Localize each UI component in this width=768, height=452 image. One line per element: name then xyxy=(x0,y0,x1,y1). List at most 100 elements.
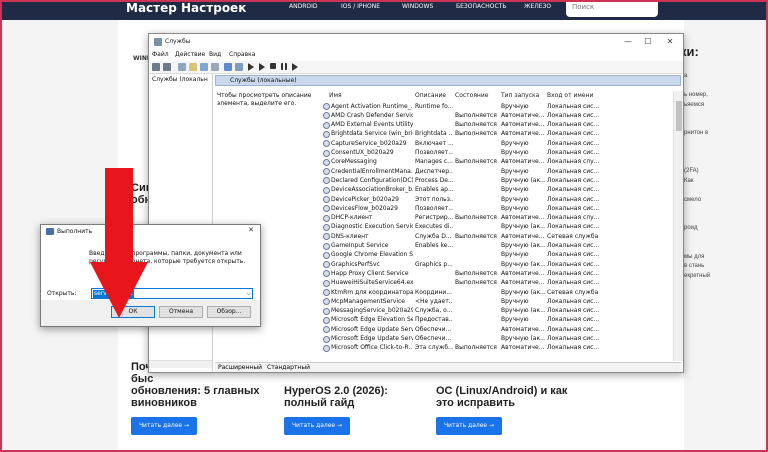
service-row[interactable]: Happ Proxy Client Service Выполняется Авто… xyxy=(321,269,677,278)
pause-icon[interactable] xyxy=(281,63,287,70)
service-row[interactable]: Brightdata Service (win_brig... Brightdat… xyxy=(321,130,677,139)
sidebar-link[interactable]: ьяемся xyxy=(684,101,710,111)
start-resume-icon[interactable] xyxy=(259,63,265,71)
service-row[interactable]: GameInput Service Enables ke... Вручную (а… xyxy=(321,242,677,251)
open-input-value[interactable]: services.msc xyxy=(93,290,134,298)
sidebar-link[interactable]: роид xyxy=(684,224,710,234)
cancel-button[interactable]: Отмена xyxy=(159,306,203,318)
service-row[interactable]: DNS-клиент Служба D... Выполняется Автомати… xyxy=(321,232,677,241)
column-header-description[interactable]: Описание xyxy=(415,92,446,99)
start-icon[interactable] xyxy=(248,63,254,71)
service-row[interactable]: CoreMessaging Manages c... Выполняется Авто… xyxy=(321,158,677,167)
services-scrollbar[interactable] xyxy=(673,91,683,361)
sidebar-link[interactable] xyxy=(684,234,710,244)
sidebar-link[interactable] xyxy=(684,148,710,158)
service-row[interactable]: Microsoft Edge Update Serv... Обеспечи...… xyxy=(321,325,677,334)
service-row[interactable]: Declared Configuration(DC)... Process De.… xyxy=(321,176,677,185)
sidebar-link[interactable] xyxy=(684,186,710,196)
read-more-button[interactable]: Читать далее → xyxy=(436,417,502,435)
chevron-down-icon[interactable]: ⌵ xyxy=(246,290,251,298)
tab-extended[interactable]: Расширенный xyxy=(218,364,262,371)
service-row[interactable]: Microsoft Office Click-to-R... Эта служб.… xyxy=(321,344,677,353)
read-more-button[interactable]: Читать далее → xyxy=(284,417,350,435)
tab-standard[interactable]: Стандартный xyxy=(267,364,310,371)
refresh-icon[interactable] xyxy=(200,63,208,71)
close-icon[interactable]: ✕ xyxy=(244,226,258,237)
details-icon[interactable] xyxy=(189,63,197,71)
service-row[interactable]: AMD Crash Defender Service Выполняется Авт… xyxy=(321,111,677,120)
sidebar-link[interactable]: (2FA) xyxy=(684,167,710,177)
site-logo[interactable]: Мастер Настроек xyxy=(126,0,246,17)
sidebar-link[interactable] xyxy=(684,110,710,120)
read-more-button[interactable]: Читать далее → xyxy=(131,417,197,435)
scrollbar-thumb[interactable] xyxy=(676,101,682,131)
run-titlebar[interactable]: Выполнить ✕ xyxy=(41,225,260,238)
nav-hardware[interactable]: ЖЕЛЕЗО xyxy=(524,0,551,14)
ok-button[interactable]: ОК xyxy=(111,306,155,318)
nav-windows[interactable]: WINDOWS xyxy=(402,0,433,14)
service-row[interactable]: KtmRm для координатора ... Координи... Вру… xyxy=(321,288,677,297)
service-row[interactable]: McpManagementService <Не удает... Вручную Л… xyxy=(321,297,677,306)
column-header-logon-as[interactable]: Вход от имени xyxy=(547,92,593,99)
browse-button[interactable]: Обзор... xyxy=(207,306,251,318)
service-row[interactable]: DevicesFlow_b020a29 Позволяет... Вручную Ло… xyxy=(321,204,677,213)
sidebar-link[interactable] xyxy=(684,82,710,92)
sidebar-link[interactable] xyxy=(684,243,710,253)
services-titlebar[interactable]: Службы — ☐ ✕ xyxy=(149,34,683,50)
service-row[interactable]: DeviceAssociationBroker_b... Enables ap..… xyxy=(321,186,677,195)
service-row[interactable]: CredentialEnrollmentMana... Диспетчер... В… xyxy=(321,167,677,176)
sidebar-link[interactable]: в стань xyxy=(684,262,710,272)
service-row[interactable]: Agent Activation Runtime_... Runtime fo..… xyxy=(321,102,677,111)
column-header-name[interactable]: Имя xyxy=(329,92,342,99)
service-row[interactable]: Microsoft Edge Elevation Se... Предостав.… xyxy=(321,316,677,325)
service-row[interactable]: GraphicsPerfSvc Graphics p... Вручную (ак.… xyxy=(321,260,677,269)
sidebar-link[interactable]: рнитон в xyxy=(684,129,710,139)
console-tree-icon[interactable] xyxy=(178,63,186,71)
close-icon[interactable]: ✕ xyxy=(661,36,679,48)
tree-scrollbar[interactable] xyxy=(149,360,212,368)
maximize-icon[interactable]: ☐ xyxy=(639,36,657,48)
sidebar-link[interactable] xyxy=(684,205,710,215)
menu-file[interactable]: Файл xyxy=(152,51,169,58)
minimize-icon[interactable]: — xyxy=(619,36,637,48)
sidebar-link[interactable] xyxy=(684,158,710,168)
sidebar-link[interactable]: Как xyxy=(684,177,710,187)
menu-view[interactable]: Вид xyxy=(209,51,221,58)
open-input[interactable]: services.msc ⌵ xyxy=(91,288,253,299)
service-row[interactable]: HuaweiHiSuiteService64.exe Выполняется Авт… xyxy=(321,279,677,288)
nav-security[interactable]: БЕЗОПАСНОСТЬ xyxy=(456,0,507,14)
service-row[interactable]: AMD External Events Utility Выполняется Ав… xyxy=(321,121,677,130)
service-row[interactable]: DHCP-клиент Регистрир... Выполняется Автома… xyxy=(321,214,677,223)
sidebar-link[interactable]: смело xyxy=(684,196,710,206)
sidebar-link[interactable]: а xyxy=(684,72,710,82)
service-row[interactable]: CaptureService_b020a29 Включает ... Вручну… xyxy=(321,139,677,148)
stop-icon[interactable] xyxy=(270,63,276,69)
card-title-line[interactable]: виновников xyxy=(131,397,197,410)
menu-help[interactable]: Справка xyxy=(229,51,255,58)
sidebar-link[interactable]: ь номер, xyxy=(684,91,710,101)
column-header-status[interactable]: Состояние xyxy=(455,92,488,99)
forward-icon[interactable] xyxy=(163,63,171,71)
service-row[interactable]: Diagnostic Execution Service Executes di.… xyxy=(321,223,677,232)
column-header-startup-type[interactable]: Тип запуска xyxy=(501,92,539,99)
menu-action[interactable]: Действие xyxy=(175,51,205,58)
service-row[interactable]: ConsentUX_b020a29 Позволяет... Вручную Лока… xyxy=(321,149,677,158)
search-input[interactable]: Поиск xyxy=(566,0,658,17)
service-row[interactable]: MessagingService_b020a29 Служба, о... Вруч… xyxy=(321,307,677,316)
properties-icon[interactable] xyxy=(235,63,243,71)
sidebar-link[interactable] xyxy=(684,139,710,149)
card-title-line[interactable]: полный гайд xyxy=(284,397,354,410)
restart-icon[interactable] xyxy=(292,63,298,71)
sidebar-link[interactable]: екретный xyxy=(684,272,710,282)
nav-ios[interactable]: IOS / IPHONE xyxy=(341,0,380,14)
sidebar-link[interactable] xyxy=(684,120,710,130)
sidebar-link[interactable] xyxy=(684,215,710,225)
service-row[interactable]: Microsoft Edge Update Serv... Обеспечи...… xyxy=(321,335,677,344)
back-icon[interactable] xyxy=(152,63,160,71)
help-icon[interactable] xyxy=(224,63,232,71)
sidebar-link[interactable]: мы для xyxy=(684,253,710,263)
card-title-line[interactable]: это исправить xyxy=(436,397,515,410)
tree-item-services-local[interactable]: Службы (локальн xyxy=(152,76,208,83)
service-row[interactable]: DevicePicker_b020a29 Этот польз... Вручную… xyxy=(321,195,677,204)
export-icon[interactable] xyxy=(211,63,219,71)
